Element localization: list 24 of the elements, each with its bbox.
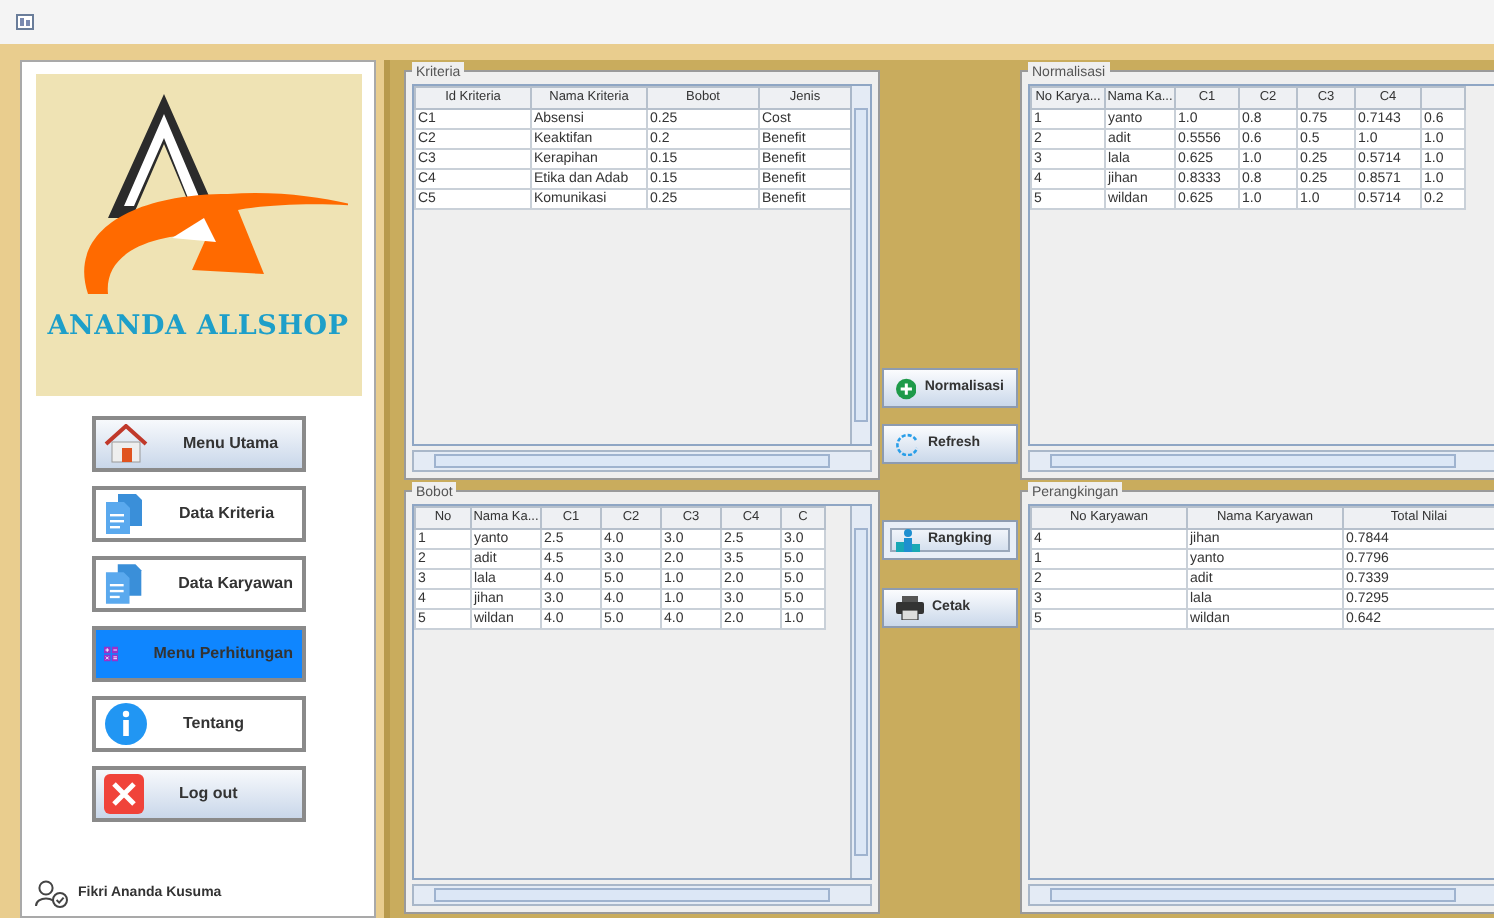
menu-button[interactable]: Menu Utama <box>91 416 305 472</box>
menu-button[interactable]: Tentang <box>91 696 305 752</box>
vertical-scrollbar[interactable] <box>850 506 870 878</box>
printer-icon <box>896 596 924 620</box>
vertical-scrollbar[interactable] <box>850 86 870 444</box>
app-icon <box>16 14 34 30</box>
horizontal-scrollbar[interactable] <box>412 884 872 906</box>
refresh-icon <box>896 432 920 456</box>
house-icon <box>103 424 147 464</box>
horizontal-scrollbar[interactable] <box>412 450 872 472</box>
user-icon <box>34 880 70 908</box>
horizontal-scrollbar[interactable] <box>1028 450 1494 472</box>
logo-text: ANANDA ALLSHOP <box>47 308 349 346</box>
menu-button[interactable]: Log out <box>91 766 305 822</box>
horizontal-scrollbar[interactable] <box>1028 884 1494 906</box>
menu-button[interactable]: Data Kriteria <box>91 486 305 542</box>
documents-icon <box>103 562 143 606</box>
menu-button[interactable]: Data Karyawan <box>91 556 305 612</box>
info-icon <box>103 702 147 746</box>
close-icon <box>103 774 143 814</box>
podium-icon <box>896 528 920 552</box>
menu-button[interactable]: Menu Perhitungan <box>91 626 305 682</box>
documents-icon <box>103 492 143 536</box>
plus-icon <box>896 377 917 399</box>
